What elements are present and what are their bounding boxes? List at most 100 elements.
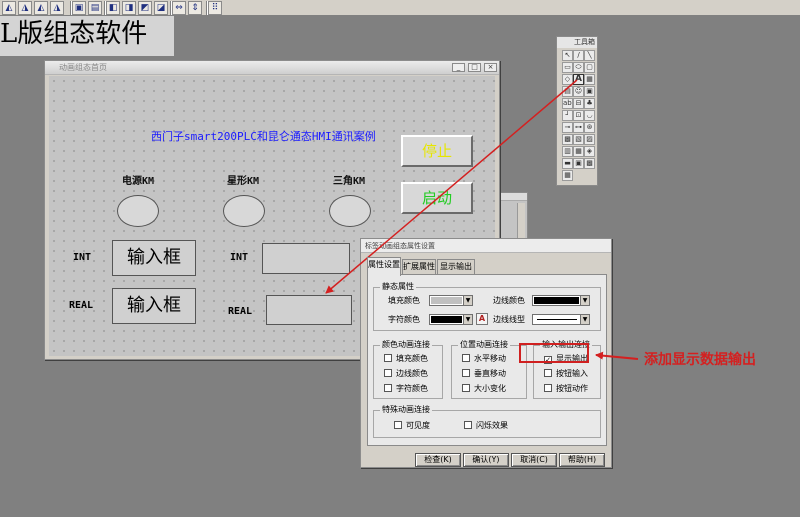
toolbox-tool-0-1[interactable]: /	[573, 50, 584, 61]
check-button[interactable]: 检查(K)	[415, 453, 461, 467]
output-box-real[interactable]	[266, 295, 352, 325]
toolbox-tool-9-1[interactable]: ▣	[573, 158, 584, 169]
layer-up-icon[interactable]: ◩	[138, 1, 152, 15]
toolbox-tool-6-2[interactable]: ⊛	[584, 122, 595, 133]
static-properties-group: 静态属性 填充颜色 ▼ 边线颜色 ▼ 字符颜色 ▼ A 边线线型 ▼	[373, 282, 601, 331]
toolbox-tool-1-0[interactable]: ▭	[562, 62, 573, 73]
toolbox-tool-8-2[interactable]: ◈	[584, 146, 595, 157]
checkbox-visibility[interactable]: 可见度	[394, 421, 430, 431]
tab-display-output[interactable]: 显示输出	[437, 259, 475, 275]
toolbox-tool-0-0[interactable]: ↖	[562, 50, 573, 61]
output-box-int[interactable]	[262, 243, 350, 274]
toolbox-tool-3-0[interactable]: ▤	[562, 86, 573, 97]
checkbox-size-change[interactable]: 大小变化	[462, 384, 506, 394]
toolbox-tool-5-2[interactable]: ◡	[584, 110, 595, 121]
toolbox-tool-6-1[interactable]: ⊶	[573, 122, 584, 133]
title-banner: L版组态软件	[0, 16, 174, 56]
toolbox-tool-7-1[interactable]: ▧	[573, 134, 584, 145]
toolbox-tool-0-2[interactable]: ╲	[584, 50, 595, 61]
checkbox-box	[462, 354, 470, 362]
toolbox-tool-3-1[interactable]: ☺	[573, 86, 584, 97]
font-settings-icon[interactable]: A	[476, 313, 488, 325]
help-button[interactable]: 帮助(H)	[559, 453, 605, 467]
layer-down-icon[interactable]: ◪	[154, 1, 168, 15]
cancel-button[interactable]: 取消(C)	[511, 453, 557, 467]
input-box-real[interactable]: 输入框	[112, 288, 196, 324]
input-box-int[interactable]: 输入框	[112, 240, 196, 276]
checkbox-box	[384, 354, 392, 362]
ungroup-icon[interactable]: ▤	[88, 1, 102, 15]
toolbox-tool-8-1[interactable]: ▦	[573, 146, 584, 157]
toolbox-tool-10-0[interactable]: ▦	[562, 170, 573, 181]
input-label-real[interactable]: REAL	[69, 300, 93, 311]
toolbox-tool-7-2[interactable]: ▨	[584, 134, 595, 145]
tab-extended[interactable]: 扩展属性	[402, 259, 436, 275]
checkbox-label: 水平移动	[474, 354, 506, 363]
checkbox-button-action[interactable]: 按钮动作	[544, 384, 588, 394]
lamp-delta[interactable]	[329, 195, 371, 227]
toolbox-tool-4-1[interactable]: ⊟	[573, 98, 584, 109]
checkbox-border-color[interactable]: 边线颜色	[384, 369, 428, 379]
minimize-button[interactable]: _	[452, 63, 465, 72]
output-label-int[interactable]: INT	[230, 252, 248, 263]
lamp-label-delta[interactable]: 三角KM	[333, 172, 365, 187]
checkbox-horizontal-move[interactable]: 水平移动	[462, 354, 506, 364]
font-color-select[interactable]: ▼	[429, 314, 473, 325]
toolbox-tool-8-0[interactable]: ▥	[562, 146, 573, 157]
layer-back-icon[interactable]: ◨	[122, 1, 136, 15]
start-button[interactable]: 启动	[401, 182, 473, 214]
border-color-swatch	[534, 297, 579, 304]
toolbox-tool-4-0[interactable]: abl	[562, 98, 573, 109]
toolbox-tool-9-0[interactable]: ▬	[562, 158, 573, 169]
border-color-select[interactable]: ▼	[532, 295, 590, 306]
font-color-label: 字符颜色	[388, 315, 420, 324]
canvas-headline[interactable]: 西门子smart200PLC和昆仑通态HMI通讯案例	[151, 128, 376, 144]
input-label-int[interactable]: INT	[73, 252, 91, 263]
checkbox-fill-color[interactable]: 填充颜色	[384, 354, 428, 364]
lamp-label-star[interactable]: 星形KM	[227, 172, 259, 187]
border-style-label: 边线线型	[493, 315, 525, 324]
align-left-icon[interactable]: ◭	[2, 1, 16, 15]
toolbox-tool-3-2[interactable]: ▣	[584, 86, 595, 97]
fill-color-select[interactable]: ▼	[429, 295, 473, 306]
toolbox-tool-5-1[interactable]: ⊡	[573, 110, 584, 121]
checkbox-blink[interactable]: 闪烁效果	[464, 421, 508, 431]
tab-properties[interactable]: 属性设置	[367, 257, 401, 276]
toolbox-title: 工具箱	[557, 37, 597, 48]
toolbox-tool-1-2[interactable]: ▢	[584, 62, 595, 73]
grid-icon[interactable]: ⠿	[208, 1, 222, 15]
checkbox-font-color[interactable]: 字符颜色	[384, 384, 428, 394]
position-animation-group: 位置动画连接 水平移动 垂直移动 大小变化	[451, 340, 527, 399]
toolbox-tool-2-2[interactable]: ▦	[584, 74, 595, 85]
border-style-select[interactable]: ▼	[532, 314, 590, 325]
checkbox-vertical-move[interactable]: 垂直移动	[462, 369, 506, 379]
layer-front-icon[interactable]: ◧	[106, 1, 120, 15]
toolbox-tool-2-0[interactable]: ◇	[562, 74, 573, 85]
lamp-star[interactable]	[223, 195, 265, 227]
close-button[interactable]: ×	[484, 63, 497, 72]
chevron-down-icon: ▼	[463, 315, 472, 324]
align-top-icon[interactable]: ◮	[50, 1, 64, 15]
stop-button[interactable]: 停止	[401, 135, 473, 167]
toolbox-tool-2-1[interactable]: A	[573, 74, 584, 85]
maximize-button[interactable]: □	[468, 63, 481, 72]
align-right-icon[interactable]: ◭	[34, 1, 48, 15]
confirm-button[interactable]: 确认(Y)	[463, 453, 509, 467]
toolbox-tool-7-0[interactable]: ▩	[562, 134, 573, 145]
toolbox-tool-4-2[interactable]: ♣	[584, 98, 595, 109]
chevron-down-icon: ▼	[580, 315, 589, 324]
checkbox-box	[462, 369, 470, 377]
same-width-icon[interactable]: ⇔	[172, 1, 186, 15]
toolbox-tool-5-0[interactable]: ┘	[562, 110, 573, 121]
toolbox-tool-9-2[interactable]: ▩	[584, 158, 595, 169]
lamp-power[interactable]	[117, 195, 159, 227]
align-center-icon[interactable]: ◮	[18, 1, 32, 15]
toolbox-tool-6-0[interactable]: ⊸	[562, 122, 573, 133]
group-icon[interactable]: ▣	[72, 1, 86, 15]
toolbox-tool-1-1[interactable]: ⬭	[573, 62, 584, 73]
same-height-icon[interactable]: ⇕	[188, 1, 202, 15]
checkbox-button-input[interactable]: 按钮输入	[544, 369, 588, 379]
fill-color-label: 填充颜色	[388, 296, 420, 305]
output-label-real[interactable]: REAL	[228, 306, 252, 317]
lamp-label-power[interactable]: 电源KM	[122, 172, 154, 187]
